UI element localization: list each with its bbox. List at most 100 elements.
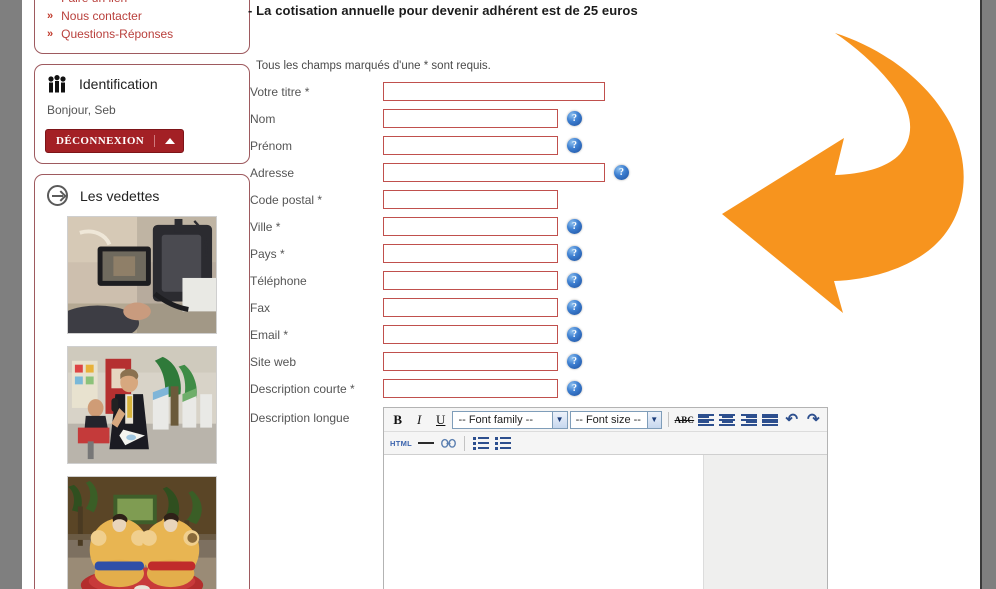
html-source-button[interactable]: HTML [388, 434, 414, 453]
rich-text-editor: B I U -- Font family -- ▼ -- Font size -… [383, 407, 828, 589]
sidebar-item-label: Nous contacter [61, 9, 142, 23]
field-label: Ville * [250, 219, 281, 234]
help-icon[interactable]: ? [567, 327, 582, 342]
bold-button[interactable]: B [388, 410, 407, 429]
sidebar-item-label: Questions-Réponses [61, 27, 174, 41]
editor-toolbar-row-2: HTML 1 2 3 [384, 431, 827, 454]
font-size-value: -- Font size -- [575, 413, 641, 426]
help-icon[interactable]: ? [567, 246, 582, 261]
align-right-icon [740, 413, 757, 426]
identification-greeting: Bonjour, Seb [47, 103, 116, 117]
font-family-select[interactable]: -- Font family -- ▼ [452, 410, 568, 429]
people-icon [47, 75, 67, 93]
strikethrough-button[interactable]: ABC [675, 410, 695, 429]
site-web-input[interactable] [383, 352, 558, 371]
thumbnail-presenter[interactable] [67, 346, 217, 464]
numbered-list-icon: 123 [495, 436, 511, 450]
chevron-double-right-icon: » [47, 10, 53, 22]
logout-button-separator [154, 135, 156, 147]
toolbar-divider [667, 412, 669, 427]
prenom-input[interactable] [383, 136, 558, 155]
field-label: Site web [250, 354, 297, 369]
link-icon [440, 438, 456, 448]
logout-button-label: DÉCONNEXION [56, 135, 145, 147]
form-row-ville: Ville * ? [248, 213, 980, 240]
help-icon[interactable]: ? [567, 138, 582, 153]
form-row-prenom: Prénom ? [248, 132, 980, 159]
telephone-input[interactable] [383, 271, 558, 290]
form-row-description-courte: Description courte * ? [248, 375, 980, 402]
redo-button[interactable]: ↷ [804, 410, 823, 429]
circle-arrow-right-icon [47, 185, 68, 206]
sidebar-item-label: Faire un lien [61, 0, 127, 5]
form-row-code-postal: Code postal * [248, 186, 980, 213]
membership-notice: - La cotisation annuelle pour devenir ad… [248, 3, 638, 18]
chevron-double-right-icon: » [47, 28, 53, 40]
form-row-site-web: Site web ? [248, 348, 980, 375]
align-center-button[interactable] [718, 410, 737, 429]
field-label: Prénom [250, 138, 293, 153]
thumbnail-sumo[interactable] [67, 476, 217, 589]
adresse-input[interactable] [383, 163, 605, 182]
form-row-pays: Pays * ? [248, 240, 980, 267]
sidebar-nav-panel: » Faire un lien » Nous contacter » Quest… [34, 0, 250, 54]
chevron-double-right-icon: » [47, 0, 53, 4]
ville-input[interactable] [383, 217, 558, 236]
vedettes-header: Les vedettes [47, 185, 239, 206]
align-justify-icon [762, 413, 779, 426]
logout-button[interactable]: DÉCONNEXION [45, 129, 185, 153]
form-row-email: Email * ? [248, 321, 980, 348]
sidebar-item-nous-contacter[interactable]: » Nous contacter [45, 7, 239, 25]
sidebar-item-faire-un-lien[interactable]: » Faire un lien [45, 0, 239, 7]
help-icon[interactable]: ? [567, 219, 582, 234]
email-input[interactable] [383, 325, 558, 344]
nom-input[interactable] [383, 109, 558, 128]
form-row-votre-titre: Votre titre * [248, 78, 980, 105]
main-content: - La cotisation annuelle pour devenir ad… [248, 0, 980, 589]
thumbnail-camcorder[interactable] [67, 216, 217, 334]
underline-button[interactable]: U [431, 410, 450, 429]
field-label: Nom [250, 111, 276, 126]
align-justify-button[interactable] [761, 410, 780, 429]
description-courte-input[interactable] [383, 379, 558, 398]
help-icon[interactable]: ? [567, 273, 582, 288]
form-row-nom: Nom ? [248, 105, 980, 132]
editor-content-area[interactable] [384, 454, 827, 589]
italic-button[interactable]: I [409, 410, 428, 429]
pays-input[interactable] [383, 244, 558, 263]
form-row-description-longue: Description longue B I U -- Font family … [248, 407, 980, 589]
code-postal-input[interactable] [383, 190, 558, 209]
field-label: Description courte * [250, 381, 355, 396]
help-icon[interactable]: ? [567, 381, 582, 396]
help-icon[interactable]: ? [567, 300, 582, 315]
horizontal-rule-button[interactable] [416, 434, 436, 453]
align-left-button[interactable] [696, 410, 715, 429]
insert-link-button[interactable] [438, 434, 458, 453]
window-left-gutter [0, 0, 22, 589]
fax-input[interactable] [383, 298, 558, 317]
field-label: Adresse [250, 165, 295, 180]
required-fields-note: Tous les champs marqués d'une * sont req… [256, 60, 491, 72]
votre-titre-input[interactable] [383, 82, 605, 101]
numbered-list-button[interactable]: 123 [493, 434, 513, 453]
help-icon[interactable]: ? [567, 111, 582, 126]
identification-title: Identification [79, 76, 158, 92]
triangle-up-icon [165, 138, 176, 144]
identification-header: Identification [47, 75, 239, 93]
field-label: Votre titre * [250, 84, 310, 99]
field-label: Fax [250, 300, 271, 315]
chevron-down-icon: ▼ [551, 411, 567, 428]
field-label: Email * [250, 327, 289, 342]
align-right-button[interactable] [739, 410, 758, 429]
font-family-value: -- Font family -- [458, 413, 534, 426]
help-icon[interactable]: ? [567, 354, 582, 369]
identification-panel: Identification Bonjour, Seb DÉCONNEXION [34, 64, 250, 164]
editor-toolbar-row-1: B I U -- Font family -- ▼ -- Font size -… [384, 408, 827, 431]
undo-button[interactable]: ↶ [782, 410, 801, 429]
font-size-select[interactable]: -- Font size -- ▼ [569, 410, 662, 429]
editor-canvas[interactable] [384, 455, 704, 589]
sidebar-item-questions-reponses[interactable]: » Questions-Réponses [45, 25, 239, 43]
help-icon[interactable]: ? [614, 165, 629, 180]
field-label: Téléphone [250, 273, 307, 288]
bullet-list-button[interactable] [471, 434, 491, 453]
